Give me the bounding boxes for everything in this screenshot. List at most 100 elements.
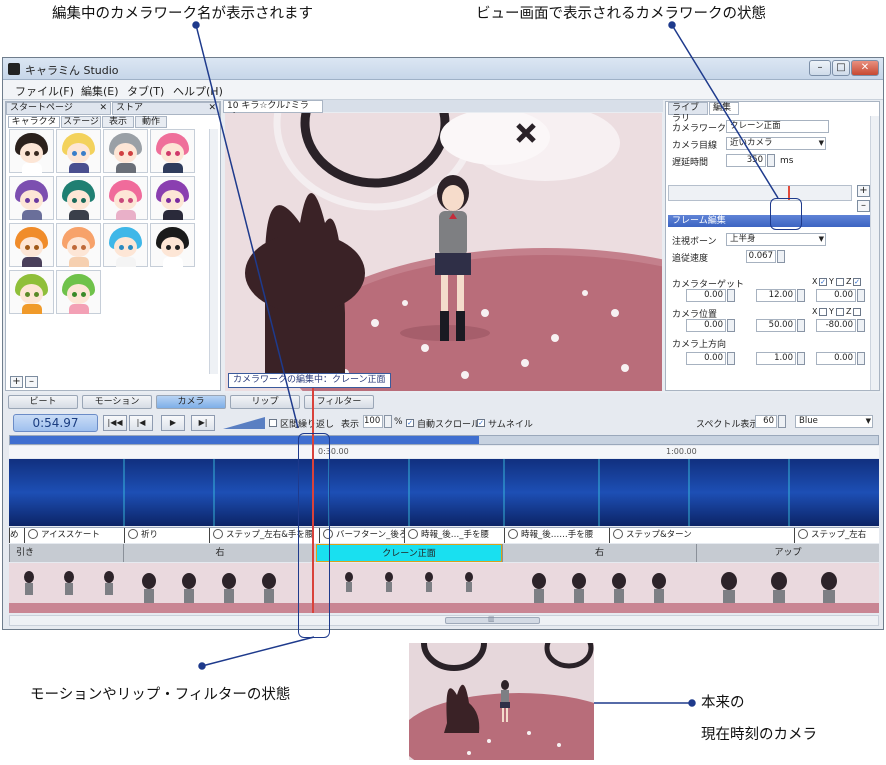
tab-stage[interactable]: ステージ <box>61 116 101 128</box>
spectrum-color-select[interactable]: Blue ▼ <box>795 415 873 428</box>
motion-segment[interactable]: 時報_後……手を腰 <box>504 528 609 543</box>
up-y-spinner[interactable] <box>797 352 805 365</box>
menu-file[interactable]: ファイル(F) <box>15 83 74 99</box>
volume-slider[interactable] <box>223 416 265 430</box>
target-x-spinner[interactable] <box>727 289 735 302</box>
menu-edit[interactable]: 編集(E) <box>81 83 119 99</box>
loop-checkbox[interactable] <box>269 419 277 427</box>
motion-segment[interactable]: 祈り <box>124 528 209 543</box>
remove-character-button[interactable]: – <box>25 376 38 388</box>
position-z-field[interactable]: -80.00 <box>816 319 856 332</box>
character-thumbnail[interactable] <box>103 129 148 173</box>
song-progress-bar[interactable] <box>9 435 879 445</box>
position-y-spinner[interactable] <box>797 319 805 332</box>
camera-target-select[interactable]: 近いカメラ ▼ <box>726 137 826 150</box>
close-icon[interactable]: ✕ <box>208 103 216 114</box>
autoscroll-checkbox[interactable]: ✓ <box>406 419 414 427</box>
character-thumbnail[interactable] <box>56 270 101 314</box>
camera-segment[interactable]: 右 <box>502 544 696 562</box>
tab-start-page[interactable]: スタートページ ✕ <box>6 102 111 115</box>
position-x-checkbox[interactable] <box>819 308 827 316</box>
character-thumbnail[interactable] <box>150 223 195 267</box>
tab-edit[interactable]: 編集 <box>709 102 739 115</box>
camera-segment[interactable]: アップ <box>696 544 879 562</box>
edit-panel-scrollbar[interactable] <box>870 116 879 390</box>
step-back-button[interactable]: |◀ <box>129 415 153 431</box>
target-z-spinner[interactable] <box>857 289 865 302</box>
tab-action[interactable]: 動作 <box>135 116 167 128</box>
tab-display[interactable]: 表示 <box>102 116 134 128</box>
target-z-field[interactable]: 0.00 <box>816 289 856 302</box>
tab-camera[interactable]: カメラ <box>156 395 226 409</box>
character-scrollbar[interactable] <box>209 129 218 374</box>
tab-lip[interactable]: リップ <box>230 395 300 409</box>
remove-frame-button[interactable]: – <box>857 200 870 212</box>
target-x-checkbox[interactable]: ✓ <box>819 278 827 286</box>
motion-segment[interactable]: 時報_後…_手を腰 <box>404 528 504 543</box>
3d-viewport[interactable]: カメラワークの編集中：クレーン正面 <box>225 113 662 391</box>
target-y-field[interactable]: 12.00 <box>756 289 796 302</box>
up-x-field[interactable]: 0.00 <box>686 352 726 365</box>
camera-name-field[interactable]: クレーン正面 <box>726 120 829 133</box>
display-zoom-field[interactable]: 100 <box>363 415 383 428</box>
character-thumbnail[interactable] <box>56 129 101 173</box>
menu-tab[interactable]: タブ(T) <box>127 83 164 99</box>
character-thumbnail[interactable] <box>56 223 101 267</box>
up-z-field[interactable]: 0.00 <box>816 352 856 365</box>
character-thumbnail[interactable] <box>9 129 54 173</box>
motion-segment[interactable]: ステップ&ターン <box>609 528 794 543</box>
menu-help[interactable]: ヘルプ(H) <box>173 83 223 99</box>
camera-segment[interactable]: 引き <box>9 544 123 562</box>
motion-segment[interactable]: アイススケート <box>24 528 124 543</box>
character-thumbnail[interactable] <box>150 129 195 173</box>
thumbnail-checkbox[interactable]: ✓ <box>477 419 485 427</box>
tab-motion[interactable]: モーション <box>82 395 152 409</box>
spectrum-value-field[interactable]: 60 <box>755 415 777 428</box>
position-x-field[interactable]: 0.00 <box>686 319 726 332</box>
camera-timeline-slider[interactable] <box>668 185 852 201</box>
target-y-spinner[interactable] <box>797 289 805 302</box>
add-character-button[interactable]: + <box>10 376 23 388</box>
step-forward-button[interactable]: ▶| <box>191 415 215 431</box>
up-x-spinner[interactable] <box>727 352 735 365</box>
position-y-checkbox[interactable] <box>836 308 844 316</box>
tab-beat[interactable]: ビート <box>8 395 78 409</box>
tab-filter[interactable]: フィルター <box>304 395 374 409</box>
timeline-scrollbar[interactable]: ▥ <box>9 615 879 626</box>
tab-library[interactable]: ライブラリ <box>668 102 708 124</box>
up-y-field[interactable]: 1.00 <box>756 352 796 365</box>
follow-speed-spinner[interactable] <box>777 250 785 263</box>
target-x-field[interactable]: 0.00 <box>686 289 726 302</box>
position-y-field[interactable]: 50.00 <box>756 319 796 332</box>
tab-character[interactable]: キャラクター <box>8 116 60 137</box>
motion-segment[interactable]: め <box>9 528 24 543</box>
close-icon[interactable]: ✕ <box>99 103 107 114</box>
camera-segment[interactable]: クレーン正面 <box>316 544 502 562</box>
character-thumbnail[interactable] <box>9 223 54 267</box>
rewind-start-button[interactable]: |◀◀ <box>103 415 127 431</box>
maximize-button[interactable]: □ <box>832 60 850 76</box>
delay-field[interactable]: 350 <box>726 154 766 167</box>
motion-segment[interactable]: バーフターン_後ろへ <box>319 528 404 543</box>
display-zoom-spinner[interactable] <box>384 415 392 428</box>
follow-speed-field[interactable]: 0.067 <box>746 250 776 263</box>
play-button[interactable]: ▶ <box>161 415 185 431</box>
up-z-spinner[interactable] <box>857 352 865 365</box>
tab-song[interactable]: 10 キラ☆クル♪ミライ…✕ <box>223 100 323 122</box>
spectrum-spinner[interactable] <box>778 415 786 428</box>
add-frame-button[interactable]: + <box>857 185 870 197</box>
character-thumbnail[interactable] <box>9 176 54 220</box>
camera-segment[interactable]: 右 <box>123 544 316 562</box>
character-thumbnail[interactable] <box>9 270 54 314</box>
character-thumbnail[interactable] <box>103 223 148 267</box>
timeline-scroll-thumb[interactable]: ▥ <box>445 615 540 624</box>
character-thumbnail[interactable] <box>56 176 101 220</box>
position-z-checkbox[interactable] <box>853 308 861 316</box>
minimize-button[interactable]: – <box>809 60 831 76</box>
position-x-spinner[interactable] <box>727 319 735 332</box>
target-z-checkbox[interactable]: ✓ <box>853 278 861 286</box>
target-y-checkbox[interactable] <box>836 278 844 286</box>
character-thumbnail[interactable] <box>103 176 148 220</box>
motion-segment[interactable]: ステップ_左右 <box>794 528 879 543</box>
delay-spinner[interactable] <box>767 154 775 167</box>
